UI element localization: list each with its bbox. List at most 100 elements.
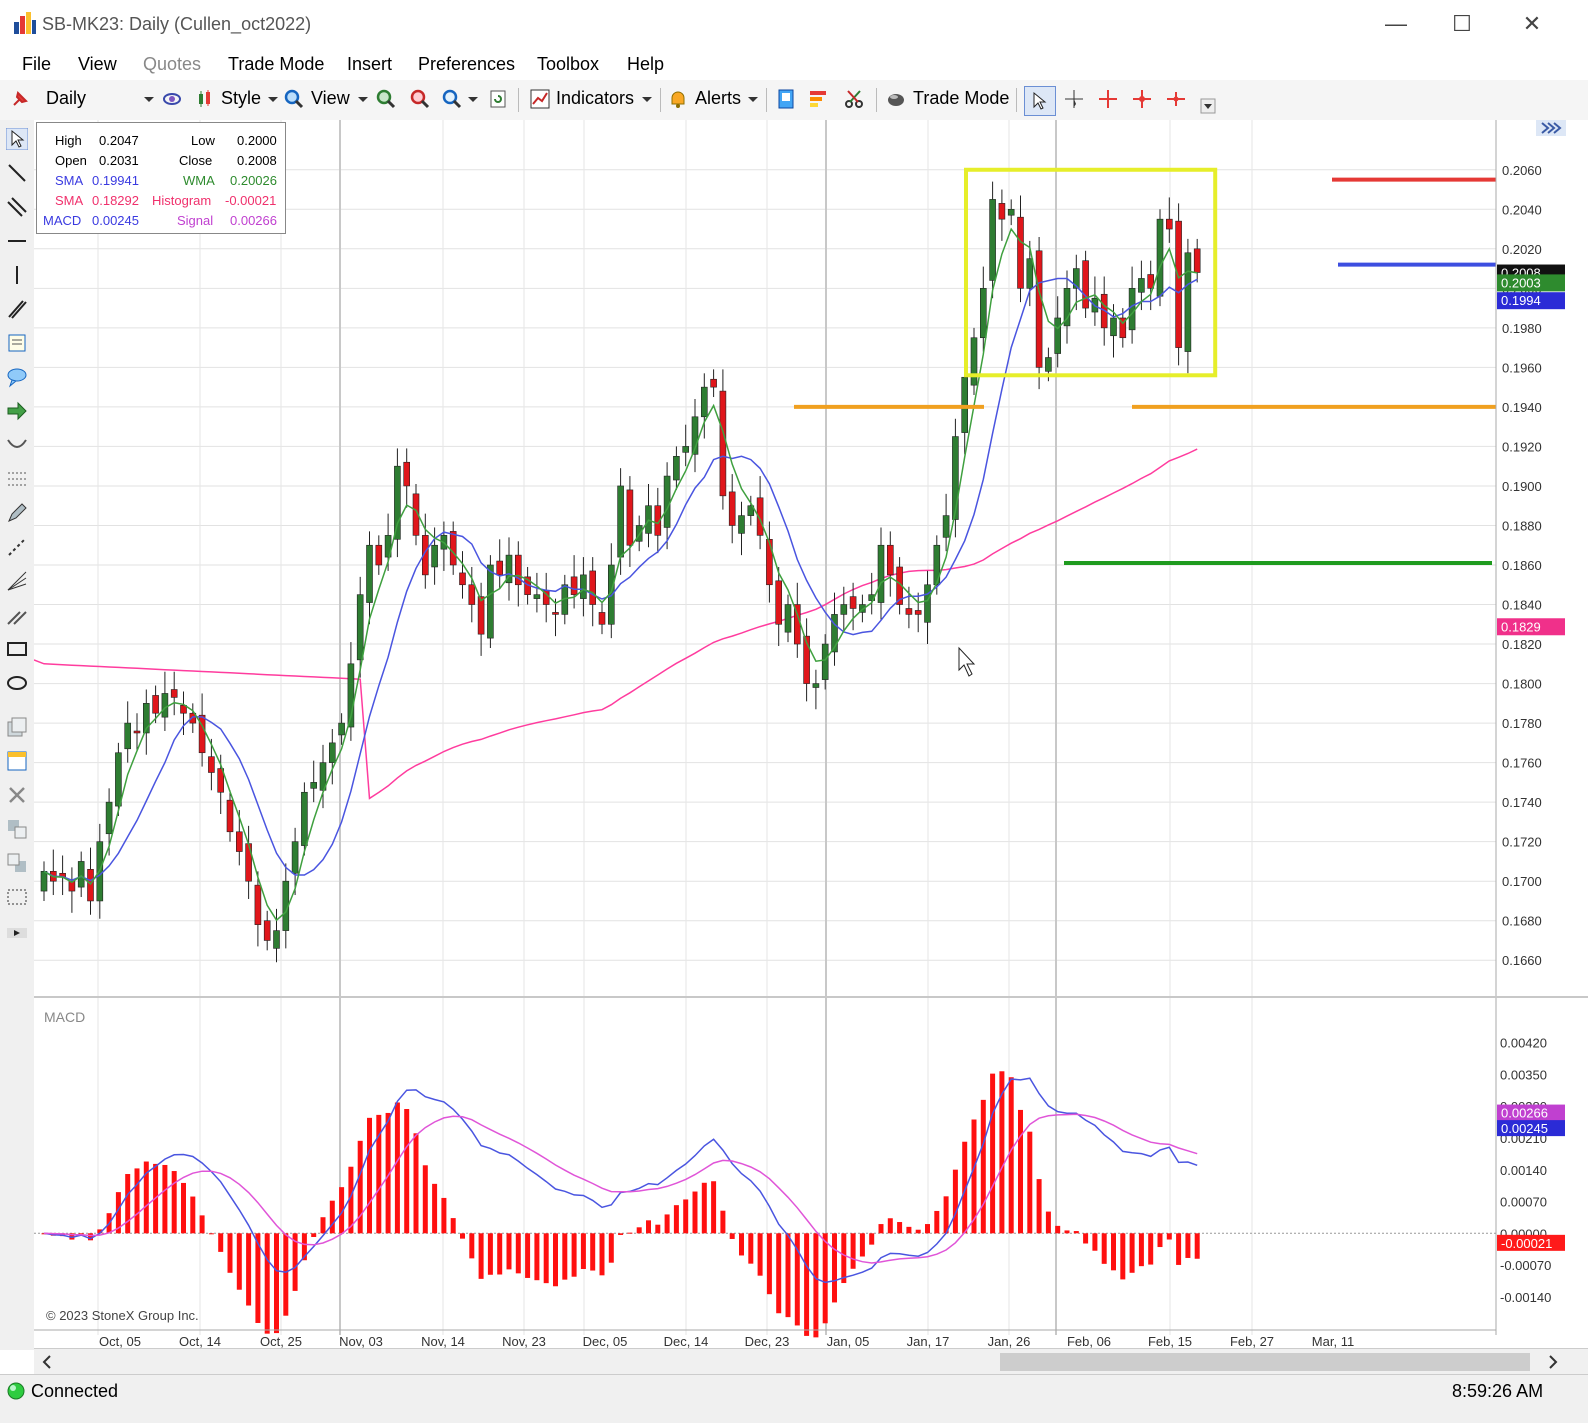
histogram-bar bbox=[655, 1224, 661, 1234]
candle-body bbox=[1166, 218, 1173, 230]
arc-icon[interactable] bbox=[6, 434, 28, 456]
menu-file[interactable]: File bbox=[22, 54, 51, 75]
zoom-menu-icon[interactable] bbox=[442, 89, 462, 109]
delete-icon[interactable] bbox=[6, 784, 28, 806]
minimize-button[interactable]: — bbox=[1376, 10, 1416, 38]
crosshair-icon[interactable] bbox=[1098, 89, 1118, 109]
select-arrow-icon[interactable] bbox=[6, 128, 28, 150]
pen-icon[interactable] bbox=[6, 502, 28, 524]
zoom-in-icon[interactable] bbox=[376, 89, 396, 109]
menu-trade-mode[interactable]: Trade Mode bbox=[228, 54, 324, 75]
horizontal-line-icon[interactable] bbox=[6, 230, 28, 252]
price-tick-label: 0.1780 bbox=[1502, 716, 1542, 731]
date-tick-label: Nov, 14 bbox=[421, 1334, 465, 1348]
period-select[interactable]: Daily bbox=[46, 88, 86, 109]
menu-preferences[interactable]: Preferences bbox=[418, 54, 515, 75]
expand-tools-icon[interactable] bbox=[6, 922, 28, 944]
candle-body bbox=[1138, 278, 1145, 293]
sync-icon[interactable] bbox=[162, 89, 182, 109]
macd-tag-label: -0.00021 bbox=[1501, 1236, 1552, 1251]
chart-area[interactable]: 0.1660 0.1680 0.1700 0.1720 0.1740 0.1760 0.17… bbox=[34, 120, 1588, 1348]
menu-toolbox[interactable]: Toolbox bbox=[537, 54, 599, 75]
chevron-down-icon[interactable] bbox=[744, 89, 764, 109]
scroll-thumb[interactable] bbox=[1000, 1353, 1530, 1371]
bell-icon[interactable] bbox=[668, 89, 688, 109]
menu-help[interactable]: Help bbox=[627, 54, 664, 75]
channel-icon[interactable] bbox=[6, 196, 28, 218]
callout-icon[interactable] bbox=[6, 366, 28, 388]
bring-front-icon[interactable] bbox=[6, 818, 28, 840]
trendline-icon[interactable] bbox=[6, 162, 28, 184]
collapse-panel-icon[interactable] bbox=[1536, 120, 1566, 136]
price-tick-label: 0.2040 bbox=[1502, 202, 1542, 217]
fib-lines-icon[interactable] bbox=[6, 468, 28, 490]
horizontal-scrollbar[interactable] bbox=[34, 1348, 1588, 1375]
alerts-menu[interactable]: Alerts bbox=[695, 88, 741, 109]
news-icon[interactable] bbox=[776, 89, 796, 109]
histogram-bar bbox=[859, 1233, 865, 1257]
refresh-icon[interactable] bbox=[488, 89, 508, 109]
histogram-bar bbox=[636, 1227, 642, 1234]
rectangle-icon[interactable] bbox=[6, 638, 28, 660]
date-tick-label: Mar, 11 bbox=[1312, 1334, 1354, 1348]
vertical-line-icon[interactable] bbox=[6, 264, 28, 286]
app-logo-icon bbox=[14, 12, 36, 34]
chevron-down-icon[interactable] bbox=[464, 89, 484, 109]
histogram-bar bbox=[236, 1233, 242, 1290]
pin-icon[interactable] bbox=[10, 89, 30, 109]
close-button[interactable]: ✕ bbox=[1512, 10, 1552, 38]
style-menu[interactable]: Style bbox=[221, 88, 261, 109]
chevron-down-icon[interactable] bbox=[140, 89, 160, 109]
scissors-icon[interactable] bbox=[844, 89, 864, 109]
date-tick-label: Dec, 14 bbox=[664, 1334, 709, 1348]
fan-icon[interactable] bbox=[6, 570, 28, 592]
view-menu[interactable]: View bbox=[311, 88, 350, 109]
note-icon[interactable] bbox=[6, 332, 28, 354]
candle-body bbox=[449, 531, 457, 566]
chevron-down-icon[interactable] bbox=[638, 89, 658, 109]
price-tag-label: 0.1994 bbox=[1501, 293, 1541, 308]
pointer-tool-button[interactable] bbox=[1024, 86, 1056, 116]
indicators-icon[interactable] bbox=[530, 89, 550, 109]
histogram-bar bbox=[1157, 1233, 1163, 1248]
trade-mode-icon[interactable] bbox=[886, 89, 906, 109]
ellipse-icon[interactable] bbox=[6, 672, 28, 694]
pitchfork-icon[interactable] bbox=[6, 604, 28, 626]
color-bars-icon[interactable] bbox=[808, 89, 828, 109]
green-arrow-icon[interactable] bbox=[6, 400, 28, 422]
chevron-down-icon[interactable] bbox=[354, 89, 374, 109]
histogram-bar bbox=[562, 1233, 568, 1280]
send-back-icon[interactable] bbox=[6, 852, 28, 874]
template-icon[interactable] bbox=[6, 716, 28, 738]
date-tick-label: Jan, 17 bbox=[907, 1334, 950, 1348]
histogram-bar bbox=[990, 1073, 996, 1234]
zoom-out-icon[interactable] bbox=[410, 89, 430, 109]
candle-style-icon[interactable] bbox=[196, 89, 216, 109]
chevron-down-icon[interactable] bbox=[264, 89, 284, 109]
scroll-left-icon[interactable] bbox=[40, 1353, 54, 1371]
crosshair-pointer-icon[interactable] bbox=[1064, 89, 1084, 109]
indicators-menu[interactable]: Indicators bbox=[556, 88, 634, 109]
clock-time: 8:59:26 AM bbox=[1452, 1381, 1544, 1401]
price-tick-label: 0.1820 bbox=[1502, 637, 1542, 652]
date-tick-label: Feb, 27 bbox=[1230, 1334, 1274, 1348]
magnifier-icon[interactable] bbox=[284, 89, 304, 109]
scroll-right-icon[interactable] bbox=[1546, 1353, 1560, 1371]
toolbar-overflow-icon[interactable] bbox=[1200, 98, 1216, 114]
menu-quotes[interactable]: Quotes bbox=[143, 54, 201, 75]
histogram-bar bbox=[394, 1102, 400, 1234]
crosshair-cross-icon[interactable] bbox=[1166, 89, 1186, 109]
dotted-line-icon[interactable] bbox=[6, 536, 28, 558]
trade-mode-button[interactable]: Trade Mode bbox=[913, 88, 1009, 109]
properties-icon[interactable] bbox=[6, 750, 28, 772]
date-tick-label: Dec, 05 bbox=[583, 1334, 628, 1348]
maximize-button[interactable]: ☐ bbox=[1442, 10, 1482, 38]
parallel-lines-icon[interactable] bbox=[6, 298, 28, 320]
candle-body bbox=[273, 930, 280, 949]
select-area-icon[interactable] bbox=[6, 886, 28, 908]
histogram-bar bbox=[1036, 1179, 1042, 1234]
menu-insert[interactable]: Insert bbox=[347, 54, 392, 75]
menu-view[interactable]: View bbox=[78, 54, 117, 75]
histogram-bar bbox=[460, 1233, 465, 1239]
crosshair-dot-icon[interactable] bbox=[1132, 89, 1152, 109]
